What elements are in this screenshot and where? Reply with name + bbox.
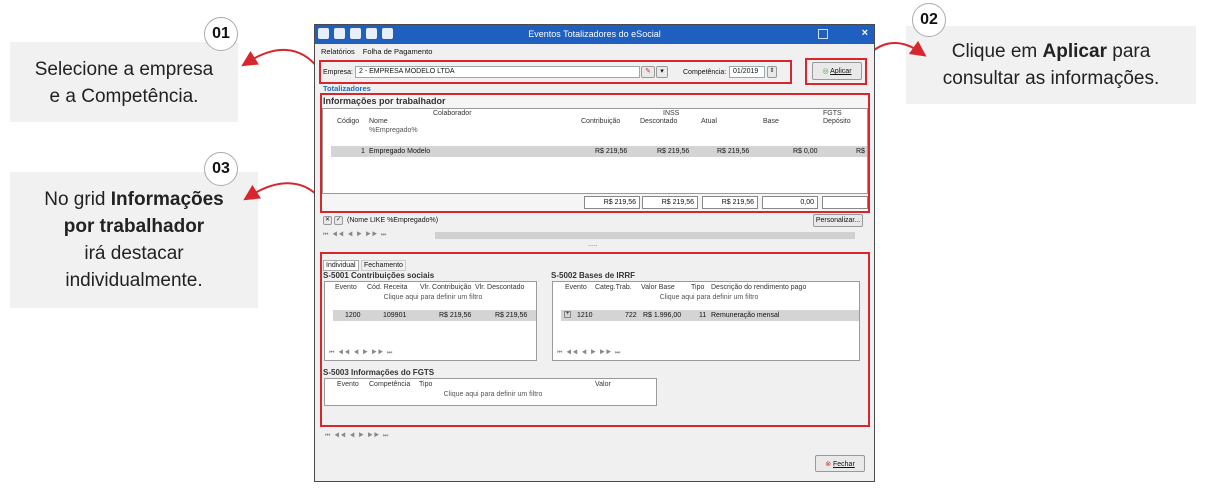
menu-relatorios[interactable]: Relatórios xyxy=(321,47,355,56)
close-icon[interactable]: × xyxy=(862,27,868,39)
restore-icon[interactable] xyxy=(818,29,828,39)
highlight-apply-button xyxy=(805,58,867,85)
grid-navigator[interactable]: ⏮ ◀◀ ◀ ▶ ▶▶ ⏭ xyxy=(323,232,387,239)
badge-03: 03 xyxy=(204,152,238,186)
highlight-trabalhador-grid xyxy=(320,93,870,213)
callout-02-line1: Clique em Aplicar para xyxy=(951,41,1151,62)
highlight-filter-row xyxy=(319,60,792,84)
s5003-navigator[interactable]: ⏮ ◀◀ ◀ ▶ ▶▶ ⏭ xyxy=(325,433,389,440)
callout-03-bold1: Informações xyxy=(110,189,224,210)
callout-02-line2: consultar as informações. xyxy=(942,68,1160,89)
menubar: Relatórios Folha de Pagamento xyxy=(315,44,874,58)
totalizadores-tab[interactable]: Totalizadores xyxy=(323,84,371,93)
callout-03: No grid Informações por trabalhador irá … xyxy=(10,172,258,308)
callout-03-line4: individualmente. xyxy=(65,270,203,291)
callout-01: Selecione a empresa e a Competência. xyxy=(10,42,238,122)
callout-03-line3: irá destacar xyxy=(84,243,184,264)
badge-01: 01 xyxy=(204,17,238,51)
clear-filter-icon[interactable]: ✕ xyxy=(323,216,332,225)
window-title: Eventos Totalizadores do eSocial xyxy=(528,29,661,39)
callout-03-bold2: por trabalhador xyxy=(63,216,205,237)
horizontal-scrollbar[interactable] xyxy=(435,232,855,239)
highlight-individual-tab xyxy=(320,252,870,427)
callout-01-line1: Selecione a empresa xyxy=(34,59,214,80)
callout-02-bold: Aplicar xyxy=(1042,41,1107,62)
callout-02: Clique em Aplicar para consultar as info… xyxy=(906,26,1196,104)
close-button[interactable]: ⊗ Fechar xyxy=(815,455,865,472)
filter-expression: (Nome LIKE %Empregado%) xyxy=(347,217,439,224)
filter-checkbox[interactable]: ✓ xyxy=(334,216,343,225)
customize-button[interactable]: Personalizar... xyxy=(813,214,863,227)
splitter-handle[interactable]: ..... xyxy=(588,241,598,248)
window-titlebar: Eventos Totalizadores do eSocial × xyxy=(315,25,874,44)
app-window: Eventos Totalizadores do eSocial × Relat… xyxy=(314,24,875,482)
menu-folha-pagamento[interactable]: Folha de Pagamento xyxy=(363,47,433,56)
callout-01-line2: e a Competência. xyxy=(49,86,199,107)
tutorial-canvas: Selecione a empresa e a Competência. 01 … xyxy=(0,0,1206,489)
badge-02: 02 xyxy=(912,3,946,37)
close-circle-icon: ⊗ xyxy=(825,461,833,468)
